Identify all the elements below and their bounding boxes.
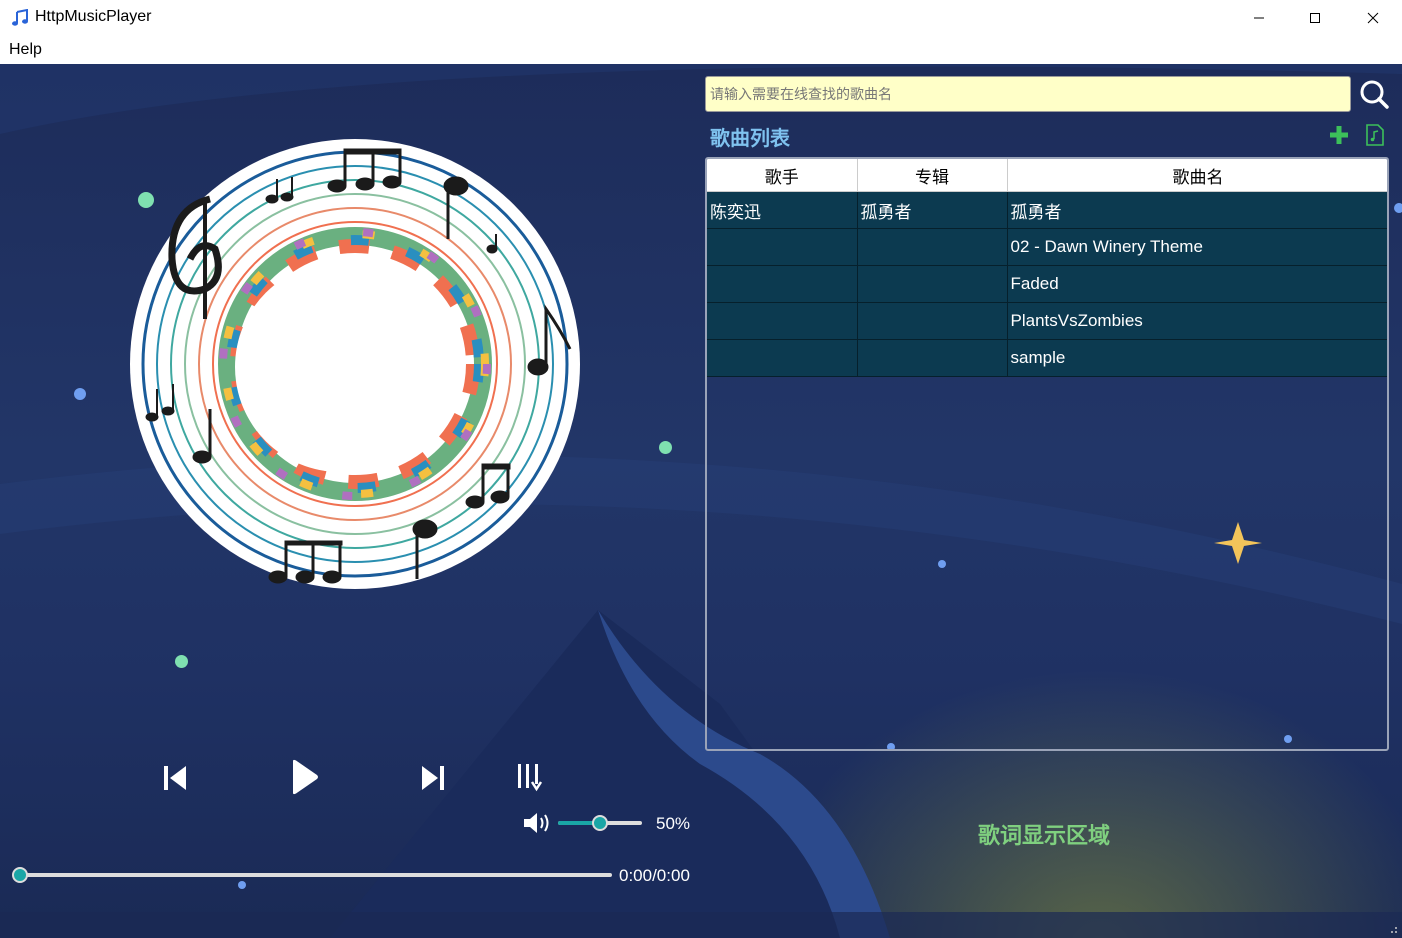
resize-grip-icon[interactable] [1388,924,1398,934]
cell-album: 孤勇者 [857,191,1008,229]
minimize-icon [1254,17,1264,19]
previous-icon[interactable] [162,764,188,792]
cell-song: sample [1007,339,1387,377]
progress-slider[interactable] [12,867,612,883]
cell-song: 孤勇者 [1007,191,1387,229]
star-dot [175,655,188,668]
volume-handle[interactable] [592,815,608,831]
time-display: 0:00/0:00 [619,866,690,885]
cell-artist [707,265,858,303]
star-dot [238,881,246,889]
play-icon[interactable] [290,758,320,796]
menu-bar: Help [0,36,1402,65]
volume-slider[interactable] [558,815,642,831]
minimize-button[interactable] [1230,0,1288,36]
player-area: 歌曲列表 歌手 专辑 歌曲名 陈奕迅 孤勇者 孤勇者 [0,64,1402,938]
close-icon [1367,12,1379,24]
cell-song: PlantsVsZombies [1007,302,1387,340]
cell-album [857,228,1008,266]
menu-help[interactable]: Help [9,41,42,59]
play-mode-icon[interactable] [516,762,548,792]
search-box[interactable] [705,76,1358,112]
star-dot [74,388,86,400]
cell-artist [707,339,858,377]
star-dot [659,441,672,454]
table-header: 歌手 专辑 歌曲名 [707,159,1387,192]
next-icon[interactable] [420,764,446,792]
column-header-song[interactable]: 歌曲名 [1007,159,1387,192]
lyrics-area: 歌词显示区域 [978,823,1111,848]
cell-song: 02 - Dawn Winery Theme [1007,228,1387,266]
music-note-icon [12,9,28,26]
maximize-button[interactable] [1286,0,1344,36]
volume-icon[interactable] [522,810,552,836]
column-header-artist[interactable]: 歌手 [707,159,858,192]
cell-album [857,339,1008,377]
close-button[interactable] [1344,0,1402,36]
column-header-album[interactable]: 专辑 [857,159,1008,192]
table-row[interactable]: 02 - Dawn Winery Theme [707,228,1387,266]
add-icon[interactable] [1328,124,1350,146]
title-bar: HttpMusicPlayer [0,0,1402,36]
cell-song: Faded [1007,265,1387,303]
cell-artist [707,228,858,266]
import-file-icon[interactable] [1366,124,1384,146]
window-title: HttpMusicPlayer [35,8,152,25]
playlist-title: 歌曲列表 [710,128,790,150]
cell-artist [707,302,858,340]
volume-label: 50% [656,814,691,833]
table-row[interactable]: Faded [707,265,1387,303]
table-row[interactable]: 陈奕迅 孤勇者 孤勇者 [707,191,1387,229]
album-art [130,139,580,589]
table-row[interactable]: PlantsVsZombies [707,302,1387,340]
cell-album [857,265,1008,303]
star-dot [1394,203,1402,213]
search-icon[interactable] [1358,78,1390,110]
search-input[interactable] [706,77,1358,111]
progress-handle[interactable] [12,867,28,883]
maximize-icon [1310,13,1320,23]
cell-artist: 陈奕迅 [707,191,858,229]
table-row[interactable]: sample [707,339,1387,377]
song-table: 歌手 专辑 歌曲名 陈奕迅 孤勇者 孤勇者 02 - Dawn Winery T… [705,157,1389,751]
cell-album [857,302,1008,340]
